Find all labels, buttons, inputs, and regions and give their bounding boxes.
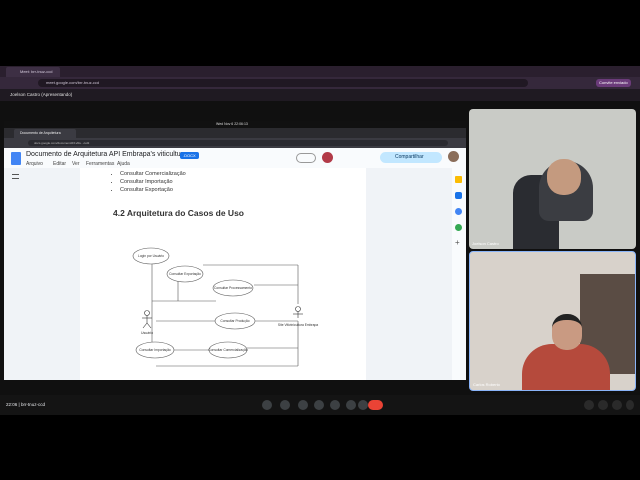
inner-clock: Wed Nov 6 22:06:13 [216,122,248,126]
menu-ferramentas[interactable]: Ferramentas [86,161,114,167]
present-button[interactable] [330,400,340,410]
meeting-time: 22:06 [6,402,18,407]
use-case-label: Consultar Importação [139,348,171,352]
section-heading: 4.2 Arquitetura do Casos de Uso [113,208,244,218]
end-call-button[interactable] [368,400,383,410]
share-button-label: Compartilhar [395,154,424,160]
inner-doc-tab-label: Documento de Arquitetura [20,131,61,135]
doc-title[interactable]: Documento de Arquitetura API Embrapa's v… [26,151,187,158]
outer-url-field[interactable]: meet.google.com/brr-tnuz-ccd [38,79,528,87]
participant-shirt [522,344,610,390]
meeting-time-and-code: 22:06 | brr-tnuz-ccd [6,402,45,407]
meet-tab[interactable]: Meet: brr-tnuz-ccd [6,67,60,77]
use-case-label: Consultar Comercialização [208,348,248,352]
use-case-label: Consultar Processamento [214,286,252,290]
more-options-button[interactable] [358,400,368,410]
view-mode-button[interactable] [296,153,316,163]
actor-label: Usuário [141,331,153,335]
inner-system-bar: Wed Nov 6 22:06:13 [4,121,466,128]
bullet-list: Consultar Comercialização Consultar Impo… [120,171,186,195]
meet-control-bar: 22:06 | brr-tnuz-ccd [0,395,640,415]
outer-address-bar: meet.google.com/brr-tnuz-ccd Convite env… [0,77,640,89]
participant-name: Carlos Roberto [473,382,500,387]
docs-side-panel: + [452,168,466,380]
system-label: Site Vitivinicultura Embrapa [278,323,318,327]
participant-name: Joelson Castro [472,241,499,246]
captions-button[interactable] [298,400,308,410]
participant-tile[interactable]: Joelson Castro [469,109,636,249]
system-figure [293,306,303,318]
use-case-diagram: Usuário Site Vitivinicultura Embrapa Log… [132,247,318,367]
outer-tab-strip: Meet: brr-tnuz-ccd [0,66,640,77]
participant-face [547,159,581,195]
shared-screen: Wed Nov 6 22:06:13 Documento de Arquitet… [4,121,466,380]
menu-editar[interactable]: Editar [53,161,66,167]
meet-tab-label: Meet: brr-tnuz-ccd [20,69,53,74]
bullet-item: Consultar Comercialização [120,171,186,177]
menu-ver[interactable]: Ver [72,161,80,167]
mic-menu-button[interactable] [262,400,272,410]
docx-badge: .DOCX [180,152,199,159]
chat-icon[interactable] [612,400,622,410]
inner-url-field[interactable]: docs.google.com/document/d/1vRe.../edit [28,140,448,146]
bullet-item: Consultar Exportação [120,187,186,193]
maps-icon[interactable] [455,224,462,231]
profile-badge[interactable]: Convite enviado [596,79,631,87]
doc-page[interactable]: Consultar Comercialização Consultar Impo… [80,168,366,380]
raise-hand-button[interactable] [346,400,356,410]
camera-button[interactable] [280,400,290,410]
use-case-label: Consultar Produção [220,319,249,323]
actor-figure [142,310,152,329]
info-icon[interactable] [584,400,594,410]
presenting-banner: Joelson Castro (Apresentando) [0,89,640,101]
bullet-item: Consultar Importação [120,179,186,185]
presenting-banner-text: Joelson Castro (Apresentando) [10,92,73,97]
docs-avatar[interactable] [448,151,459,162]
docs-logo-icon[interactable] [11,152,21,165]
docs-header: Documento de Arquitetura API Embrapa's v… [4,148,466,168]
meeting-code: brr-tnuz-ccd [20,402,45,407]
tasks-icon[interactable] [455,192,462,199]
participant-tile-active[interactable]: Carlos Roberto [469,251,636,391]
inner-doc-tab[interactable]: Documento de Arquitetura [14,129,76,138]
inner-tab-strip: Documento de Arquitetura [4,128,466,138]
menu-arquivo[interactable]: Arquivo [26,161,43,167]
people-icon[interactable] [598,400,608,410]
outline-icon[interactable] [12,174,19,179]
activities-icon[interactable] [626,400,634,410]
add-icon[interactable]: + [455,238,460,247]
participant-face-headset [552,314,582,350]
contacts-icon[interactable] [455,208,462,215]
keep-icon[interactable] [455,176,462,183]
inner-address-bar: docs.google.com/document/d/1vRe.../edit [4,138,466,148]
docs-body: Consultar Comercialização Consultar Impo… [4,168,466,380]
share-button[interactable]: Compartilhar [380,152,442,163]
menu-ajuda[interactable]: Ajuda [117,161,130,167]
extension-icon[interactable] [322,152,333,163]
emoji-button[interactable] [314,400,324,410]
use-case-label: Login por Usuário [138,254,164,258]
use-case-label: Consultar Exportação [169,272,201,276]
